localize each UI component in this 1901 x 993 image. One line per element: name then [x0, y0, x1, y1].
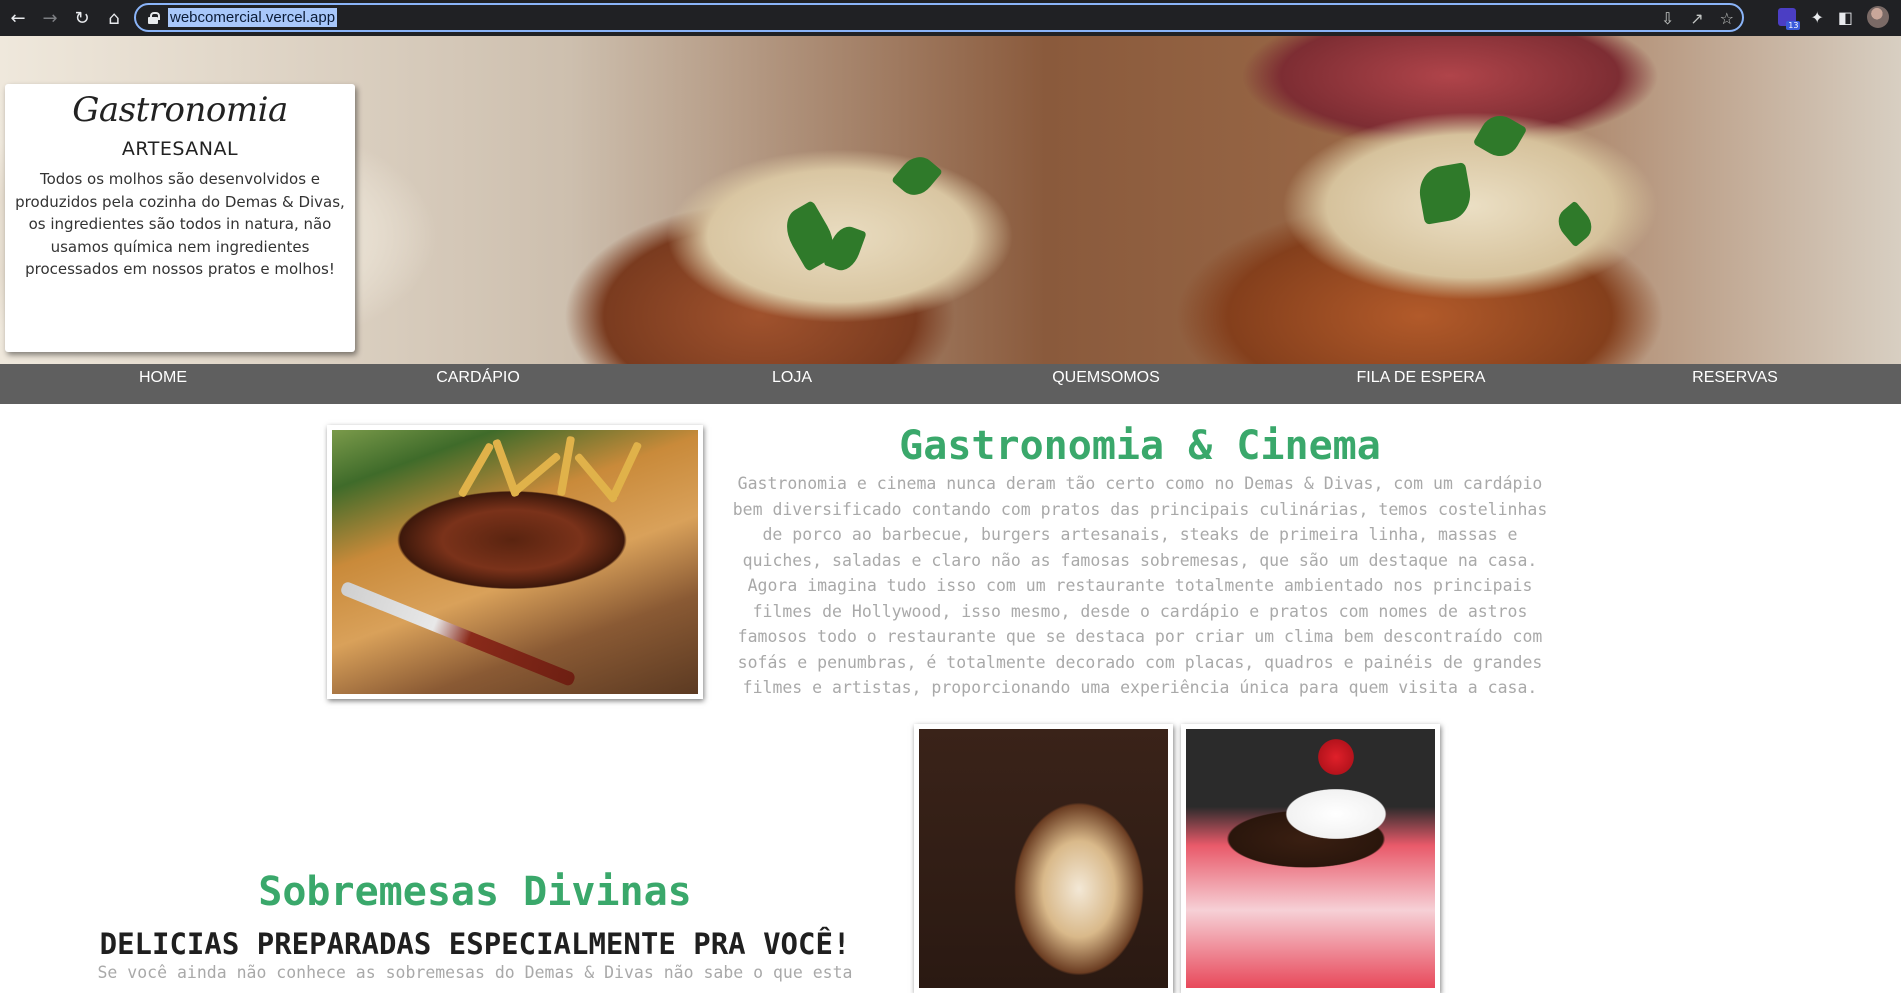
herb-garnish: [891, 149, 943, 203]
side-panel-icon[interactable]: ◧: [1838, 8, 1853, 27]
extension-icon[interactable]: 13: [1778, 8, 1801, 30]
install-icon[interactable]: ⇩: [1661, 9, 1674, 28]
section-subtitle-sobremesas: DELICIAS PREPARADAS ESPECIALMENTE PRA VO…: [99, 927, 851, 961]
section-title-sobremesas: Sobremesas Divinas: [258, 869, 692, 915]
section-text-gastronomia-cinema: Gastronomia e cinema nunca deram tão cer…: [732, 474, 1548, 697]
artisanal-card: Gastronomia ARTESANAL Todos os molhos sã…: [5, 84, 355, 352]
avatar[interactable]: [1867, 6, 1889, 28]
url-text[interactable]: webcomercial.vercel.app: [168, 8, 338, 27]
card-script-title: Gastronomia: [72, 90, 288, 130]
forward-icon[interactable]: →: [36, 4, 64, 32]
dessert-photo-1: [914, 724, 1173, 993]
menu-item-reservas[interactable]: RESERVAS: [1635, 364, 1835, 391]
menu-item-fila-de-espera[interactable]: FILA DE ESPERA: [1321, 364, 1521, 391]
reload-icon[interactable]: ↻: [68, 4, 96, 32]
herb-garnish: [1472, 108, 1528, 164]
herb-garnish: [1415, 162, 1475, 225]
home-icon[interactable]: ⌂: [100, 4, 128, 32]
section-title-gastronomia-cinema: Gastronomia & Cinema: [899, 423, 1381, 469]
bookmark-star-icon[interactable]: ☆: [1720, 9, 1734, 28]
menu-item-cardapio[interactable]: CARDÁPIO: [378, 364, 578, 391]
share-icon[interactable]: ↗: [1690, 9, 1703, 28]
dessert-photo-2: [1181, 724, 1440, 993]
lock-icon[interactable]: [148, 11, 160, 24]
card-subtitle: ARTESANAL: [121, 138, 239, 160]
hero-banner: Gastronomia ARTESANAL Todos os molhos sã…: [0, 36, 1901, 364]
puzzle-extensions-icon[interactable]: ✦: [1810, 8, 1823, 27]
menu-item-home[interactable]: HOME: [63, 364, 263, 391]
menu-item-loja[interactable]: LOJA: [692, 364, 892, 391]
ribs-photo: [327, 425, 703, 699]
extension-badge: 13: [1786, 21, 1801, 30]
herb-garnish: [1551, 200, 1599, 248]
browser-toolbar: ← → ↻ ⌂ webcomercial.vercel.app ⇩ ↗ ☆ 13…: [0, 0, 1901, 36]
back-icon[interactable]: ←: [4, 4, 32, 32]
address-bar[interactable]: webcomercial.vercel.app ⇩ ↗ ☆: [134, 3, 1744, 32]
main-menu: HOME CARDÁPIO LOJA QUEMSOMOS FILA DE ESP…: [0, 364, 1901, 404]
section-text-sobremesas: Se você ainda não conhece as sobremesas …: [97, 963, 853, 982]
menu-item-quemsomos[interactable]: QUEMSOMOS: [1006, 364, 1206, 391]
card-text: Todos os molhos são desenvolvidos e prod…: [15, 170, 345, 278]
